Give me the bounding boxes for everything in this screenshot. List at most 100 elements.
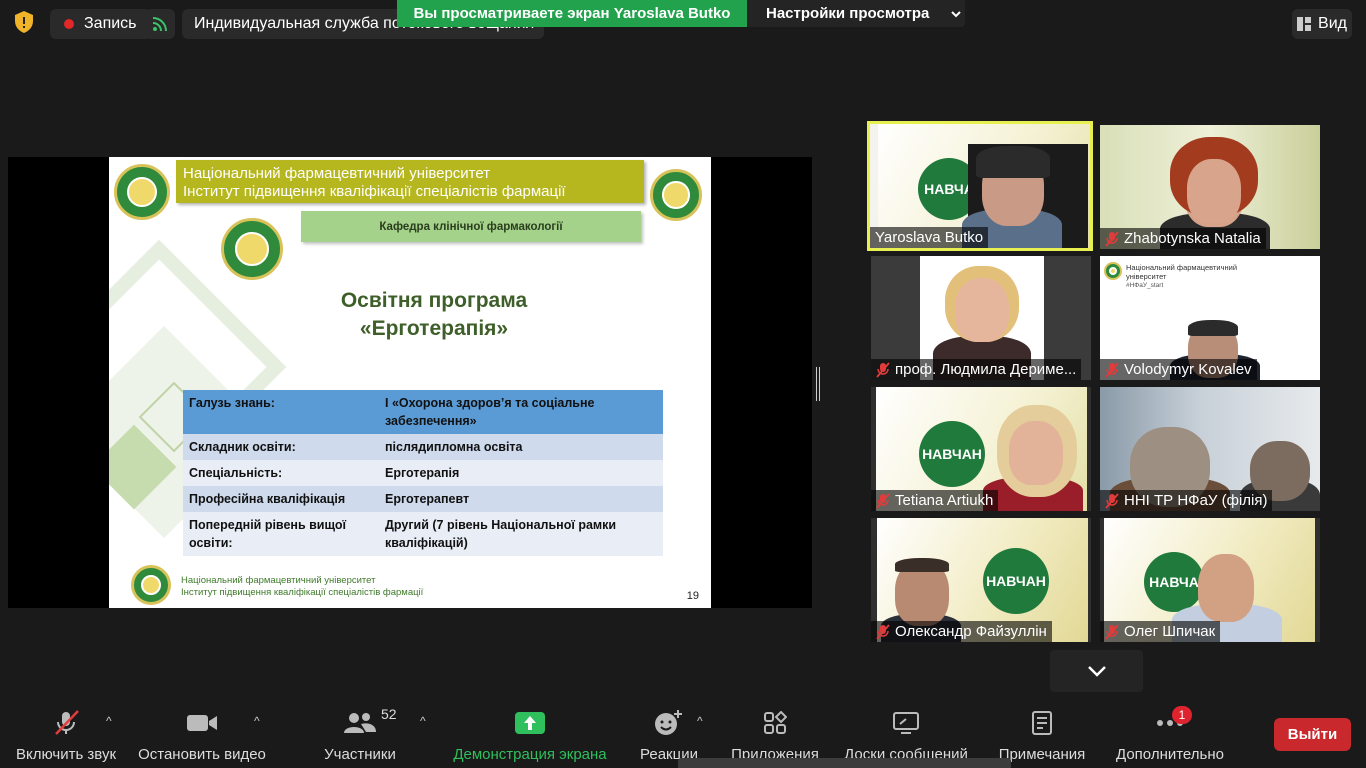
- table-cell: Ерготерапевт: [379, 486, 663, 512]
- participant-tile[interactable]: проф. Людмила Дериме...: [871, 256, 1091, 380]
- table-cell: Професійна кваліфікація: [183, 486, 379, 512]
- university-logo: [114, 164, 170, 220]
- poster-text: Національний фармацевтичний: [1126, 263, 1238, 272]
- notes-icon: [1032, 711, 1052, 735]
- university-seal: [650, 169, 702, 221]
- participant-name: Олег Шпичак: [1100, 621, 1221, 642]
- bottom-panel-handle[interactable]: [678, 758, 1011, 768]
- institute-logo: [221, 218, 283, 280]
- table-row: Попередній рівень вищої освіти: Другий (7…: [183, 512, 663, 556]
- participant-tile[interactable]: Національний фармацевтичний університет …: [1100, 256, 1320, 380]
- department-header: Кафедра клінічної фармакології: [301, 211, 641, 242]
- screen-share-banner: Вы просматриваете экран Yaroslava Butko: [397, 0, 747, 27]
- resize-handle[interactable]: [816, 367, 820, 401]
- program-title-line2: «Ерготерапія»: [359, 317, 509, 340]
- participant-tile[interactable]: НАВЧАН Олександр Файзуллін: [871, 518, 1091, 642]
- reactions-options-caret[interactable]: ^: [697, 714, 703, 728]
- table-cell: Складник освіти:: [183, 434, 379, 460]
- participant-name: Yaroslava Butko: [870, 227, 989, 248]
- table-cell: Галузь знань:: [183, 390, 379, 434]
- slide-footer: Національний фармацевтичний університет …: [181, 575, 423, 599]
- view-label: Вид: [1318, 15, 1347, 32]
- participants-button[interactable]: 52 Участники: [315, 698, 405, 768]
- notification-badge: 1: [1172, 706, 1192, 724]
- table-cell: І «Охорона здоров’я та соціальне забезпе…: [379, 390, 663, 434]
- table-cell: Попередній рівень вищої освіти:: [183, 512, 379, 556]
- gallery-next-page-button[interactable]: [1050, 650, 1143, 692]
- table-row: Професійна кваліфікація Ерготерапевт: [183, 486, 663, 512]
- chevron-down-icon: [1087, 666, 1106, 677]
- video-options-caret[interactable]: ^: [254, 714, 260, 728]
- mic-off-icon: [876, 361, 890, 378]
- shared-screen[interactable]: Національний фармацевтичний університет …: [8, 157, 812, 608]
- participant-name: Zhabotynska Natalia: [1100, 228, 1266, 249]
- participant-tile[interactable]: НАВЧА Yaroslava Butko: [867, 121, 1093, 251]
- stop-video-label: Остановить видео: [138, 746, 266, 763]
- audio-options-caret[interactable]: ^: [106, 714, 112, 728]
- table-row: Галузь знань: І «Охорона здоров’я та соці…: [183, 390, 663, 434]
- smiley-plus-icon: [655, 710, 682, 735]
- grid-icon: [1297, 17, 1312, 31]
- stop-video-button[interactable]: Остановить видео: [136, 698, 268, 768]
- program-title-line1: Освітня програма: [340, 289, 528, 312]
- record-label: Запись: [84, 15, 137, 32]
- footer-institute: Інститут підвищення кваліфікації спеціал…: [181, 587, 424, 598]
- participants-label: Участники: [324, 746, 396, 763]
- leave-meeting-button[interactable]: Выйти: [1274, 718, 1351, 751]
- share-screen-button[interactable]: Демонстрация экрана: [448, 698, 612, 768]
- poster-logo: НАВЧАН: [983, 548, 1049, 614]
- poster-text: університет: [1126, 272, 1167, 281]
- participant-tile[interactable]: НАВЧА Олег Шпичак: [1100, 518, 1320, 642]
- mic-off-icon: [1105, 361, 1119, 378]
- participant-tile[interactable]: ННІ ТР НФаУ (філія): [1100, 387, 1320, 511]
- program-title: Освітня програма «Ерготерапія»: [259, 287, 609, 343]
- notes-label: Примечания: [998, 746, 1086, 763]
- participant-name: ННІ ТР НФаУ (філія): [1100, 490, 1273, 511]
- mic-off-icon: [1105, 492, 1119, 509]
- participant-tile[interactable]: Zhabotynska Natalia: [1100, 125, 1320, 249]
- poster-logo: НАВЧА: [1144, 552, 1204, 612]
- unmute-label: Включить звук: [15, 746, 117, 763]
- recording-indicator[interactable]: Запись: [50, 9, 151, 39]
- view-settings-label: Настройки просмотра: [766, 5, 930, 22]
- security-shield-icon[interactable]: [10, 8, 38, 36]
- record-dot-icon: [64, 19, 74, 29]
- participants-count: 52: [381, 706, 397, 722]
- participant-tile[interactable]: НАВЧАН Tetiana Artiukh: [871, 387, 1091, 511]
- university-logo: [1104, 262, 1122, 280]
- live-stream-icon[interactable]: [145, 9, 175, 39]
- university-header: Національний фармацевтичний університет …: [176, 160, 644, 203]
- table-cell: післядипломна освіта: [379, 434, 663, 460]
- presentation-slide: Національний фармацевтичний університет …: [109, 157, 711, 608]
- mic-off-icon: [1105, 230, 1119, 247]
- table-row: Складник освіти: післядипломна освіта: [183, 434, 663, 460]
- whiteboard-icon: [893, 712, 919, 734]
- participants-icon: [344, 713, 376, 733]
- table-row: Спеціальність: Ерготерапія: [183, 460, 663, 486]
- institute-name: Інститут підвищення кваліфікації спеціал…: [183, 183, 566, 200]
- chevron-down-icon: [951, 10, 962, 17]
- table-cell: Спеціальність:: [183, 460, 379, 486]
- view-button[interactable]: Вид: [1292, 9, 1352, 39]
- more-label: Дополнительно: [1116, 746, 1224, 763]
- participant-name: проф. Людмила Дериме...: [871, 359, 1082, 380]
- footer-university: Національний фармацевтичний університет: [181, 575, 376, 586]
- mic-muted-icon: [55, 710, 79, 735]
- participant-name: Олександр Файзуллін: [871, 621, 1052, 642]
- poster-hashtag: #НФаУ_start: [1126, 282, 1164, 289]
- footer-logo: [131, 565, 171, 605]
- apps-icon: [764, 711, 787, 734]
- table-cell: Другий (7 рівень Національної рамки квал…: [379, 512, 663, 556]
- slide-page-number: 19: [686, 590, 699, 602]
- mic-off-icon: [876, 492, 890, 509]
- participant-name: Tetiana Artiukh: [871, 490, 999, 511]
- participants-options-caret[interactable]: ^: [420, 714, 426, 728]
- program-info-table: Галузь знань: І «Охорона здоров’я та соці…: [183, 390, 663, 556]
- mic-off-icon: [1105, 623, 1119, 640]
- more-button[interactable]: Дополнительно: [1110, 698, 1230, 768]
- video-camera-icon: [187, 715, 217, 731]
- mic-off-icon: [876, 623, 890, 640]
- view-settings-dropdown[interactable]: Настройки просмотра: [747, 0, 965, 27]
- participant-name: Volodymyr Kovalev: [1100, 359, 1257, 380]
- unmute-button[interactable]: Включить звук: [12, 698, 120, 768]
